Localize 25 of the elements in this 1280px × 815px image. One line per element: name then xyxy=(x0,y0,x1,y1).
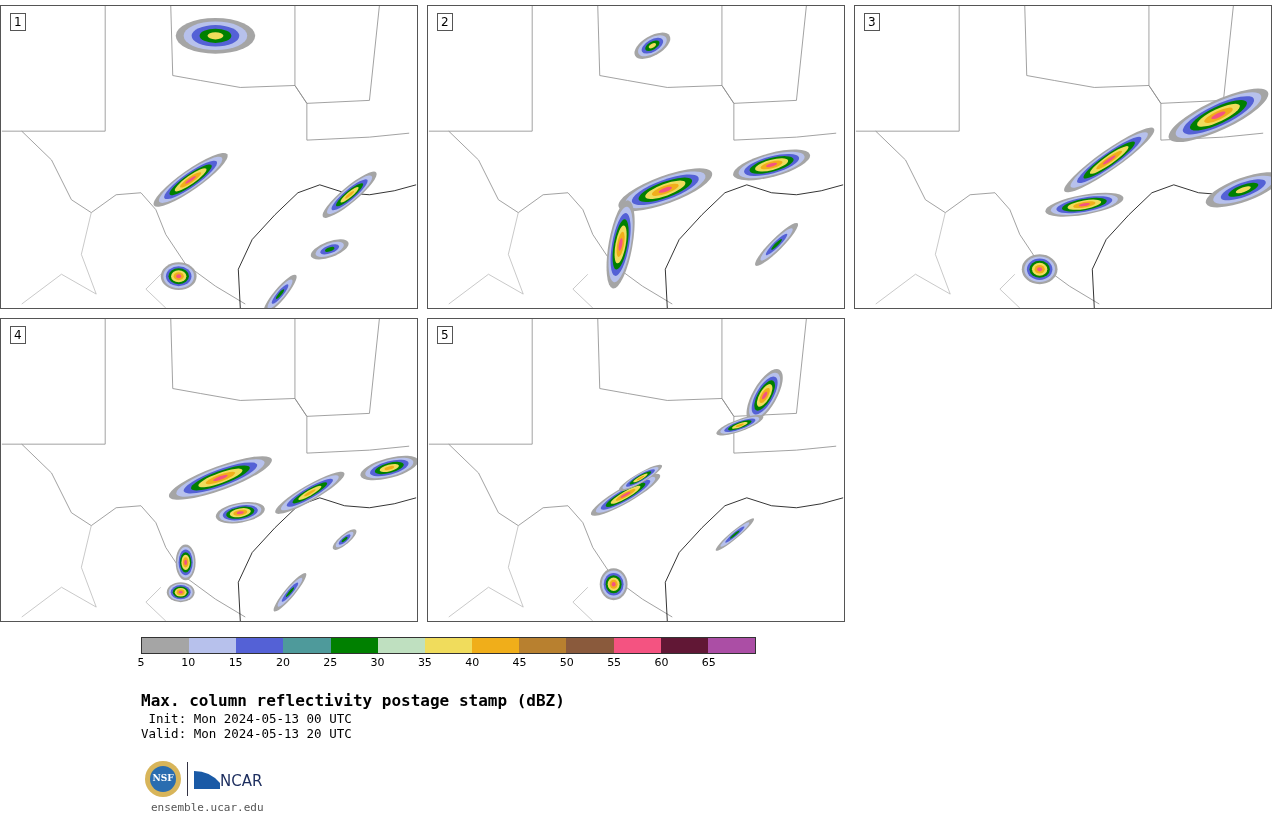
colorbar-tick-label: 65 xyxy=(701,656,716,669)
panel-number: 2 xyxy=(437,13,453,31)
colorbar-tick-label: 10 xyxy=(181,656,196,669)
panel-number: 5 xyxy=(437,326,453,344)
colorbar-tick-label: 60 xyxy=(654,656,669,669)
colorbar-tick-label: 35 xyxy=(417,656,432,669)
panel-number: 4 xyxy=(10,326,26,344)
seal-logo: NSF xyxy=(145,761,181,797)
colorbar-tick-label: 25 xyxy=(323,656,338,669)
swoosh-logo-icon xyxy=(194,769,220,789)
colorbar-tick-label: 20 xyxy=(275,656,290,669)
panel-number: 3 xyxy=(864,13,880,31)
colorbar-tick-label: 45 xyxy=(512,656,527,669)
colorbar-tick-label: 50 xyxy=(559,656,574,669)
colorbar-tick-label: 55 xyxy=(607,656,622,669)
colorbar-tick-label: 40 xyxy=(465,656,480,669)
colorbar-tick-label: 5 xyxy=(137,656,145,669)
chart-title: Max. column reflectivity postage stamp (dBZ) xyxy=(141,691,565,711)
colorbar-tick-label: 30 xyxy=(370,656,385,669)
init-time: Init: Mon 2024-05-13 00 UTC xyxy=(147,711,352,726)
website-url: ensemble.ucar.edu xyxy=(151,801,264,814)
panel-number: 1 xyxy=(10,13,26,31)
logo-text: NCAR xyxy=(220,770,263,792)
colorbar-tick-label: 15 xyxy=(228,656,243,669)
valid-time: Valid: Mon 2024-05-13 20 UTC xyxy=(141,726,352,741)
